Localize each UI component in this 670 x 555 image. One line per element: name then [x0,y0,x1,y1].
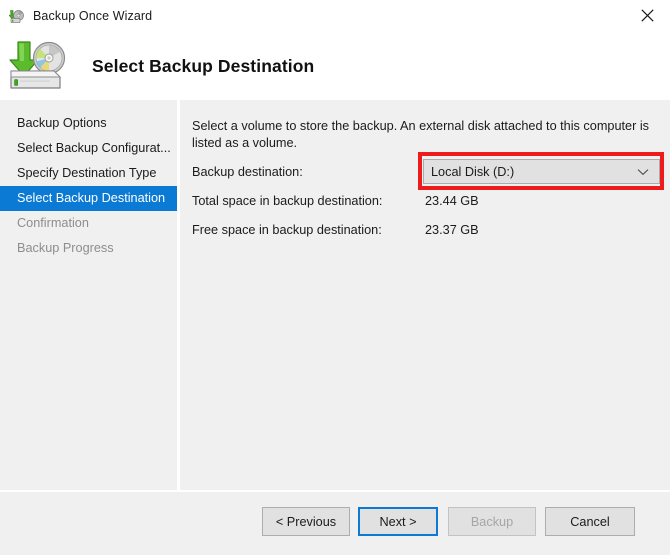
sidebar-item-select-backup-destination[interactable]: Select Backup Destination [0,186,177,211]
cancel-button[interactable]: Cancel [545,507,635,536]
backup-destination-disk-icon [8,38,72,94]
instruction-text: Select a volume to store the backup. An … [192,119,649,150]
backup-once-wizard-window: Backup Once Wizard Select Backup Destina… [0,0,670,555]
sidebar-item-backup-options[interactable]: Backup Options [0,111,177,136]
window-title: Backup Once Wizard [33,9,153,23]
sidebar-item-select-backup-configuration[interactable]: Select Backup Configurat... [0,136,177,161]
footer-left-filler [0,492,177,555]
next-button[interactable]: Next > [358,507,438,536]
free-space-value: 23.37 GB [425,223,479,237]
total-space-value: 23.44 GB [425,194,479,208]
sidebar-item-specify-destination-type[interactable]: Specify Destination Type [0,161,177,186]
backup-destination-selected-value: Local Disk (D:) [431,164,515,179]
content-pane: Select a volume to store the backup. An … [180,100,670,490]
wizard-step-sidebar: Backup Options Select Backup Configurat.… [0,100,177,490]
total-space-label: Total space in backup destination: [192,194,383,208]
header-band: Select Backup Destination [0,32,670,100]
sidebar-item-confirmation: Confirmation [17,216,89,230]
backup-destination-select[interactable]: Local Disk (D:) [423,159,660,184]
previous-button[interactable]: < Previous [262,507,350,536]
page-title: Select Backup Destination [92,55,315,76]
close-icon[interactable] [624,0,670,31]
free-space-label: Free space in backup destination: [192,223,382,237]
sidebar-item-backup-progress: Backup Progress [17,241,114,255]
chevron-down-icon[interactable] [637,168,649,176]
title-bar: Backup Once Wizard [0,0,670,32]
backup-destination-label: Backup destination: [192,165,303,179]
backup-disk-icon [8,8,25,24]
backup-button: Backup [448,507,536,536]
footer-button-bar: < Previous Next > Backup Cancel [0,492,670,555]
